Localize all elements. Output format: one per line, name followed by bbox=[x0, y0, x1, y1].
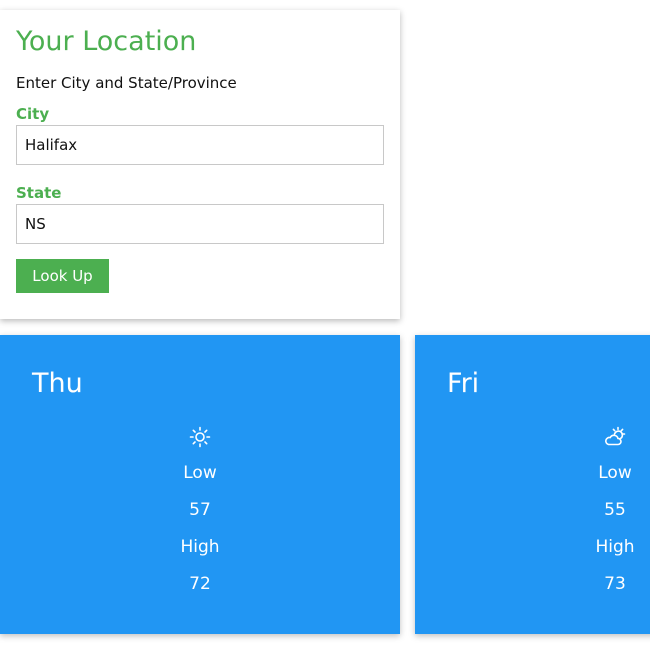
location-instructions: Enter City and State/Province bbox=[16, 74, 237, 92]
forecast-card-fri: Fri Low 55 High 73 bbox=[415, 335, 650, 634]
low-label: Low bbox=[183, 463, 217, 483]
high-temperature: 73 bbox=[604, 574, 626, 594]
high-label: High bbox=[595, 537, 635, 557]
forecast-details: Low 57 High 72 bbox=[0, 425, 400, 595]
page: Your Location Enter City and State/Provi… bbox=[0, 0, 650, 650]
location-card: Your Location Enter City and State/Provi… bbox=[0, 10, 400, 319]
forecast-day: Fri bbox=[447, 368, 480, 399]
location-title: Your Location bbox=[16, 26, 197, 57]
high-temperature: 72 bbox=[189, 574, 211, 594]
city-label: City bbox=[16, 105, 50, 123]
look-up-button[interactable]: Look Up bbox=[16, 259, 109, 293]
sun-icon bbox=[189, 426, 211, 448]
high-label: High bbox=[180, 537, 220, 557]
city-input[interactable] bbox=[16, 125, 384, 165]
low-temperature: 55 bbox=[604, 500, 626, 520]
forecast-details: Low 55 High 73 bbox=[415, 425, 650, 595]
forecast-day: Thu bbox=[32, 368, 83, 399]
forecast-card-thu: Thu Low 57 High 72 bbox=[0, 335, 400, 634]
low-temperature: 57 bbox=[189, 500, 211, 520]
low-label: Low bbox=[598, 463, 632, 483]
partly-cloudy-icon bbox=[605, 426, 626, 446]
state-input[interactable] bbox=[16, 204, 384, 244]
state-label: State bbox=[16, 184, 62, 202]
